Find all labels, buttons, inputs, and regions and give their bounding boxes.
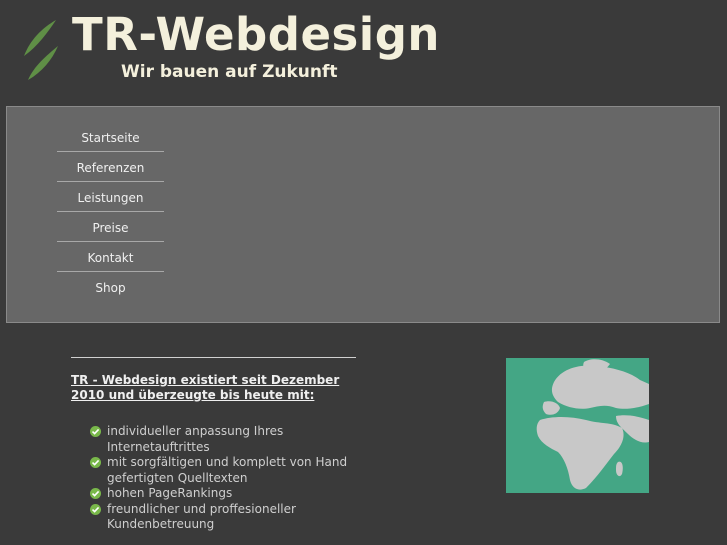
site-title: TR-Webdesign	[72, 8, 440, 61]
checkmark-icon	[90, 488, 101, 499]
intro-text: TR - Webdesign existiert seit Dezember 2…	[71, 373, 340, 402]
nav-item-startseite[interactable]: Startseite	[57, 122, 164, 152]
nav-item-preise[interactable]: Preise	[57, 212, 164, 242]
checkmark-icon	[90, 426, 101, 437]
list-item: individueller anpassung Ihres Internetau…	[90, 424, 350, 455]
feature-list: individueller anpassung Ihres Internetau…	[90, 424, 350, 533]
list-item: mit sorgfältigen und komplett von Hand g…	[90, 455, 350, 486]
checkmark-icon	[90, 457, 101, 468]
feature-text: freundlicher und proffesioneller Kundenb…	[107, 501, 296, 532]
globe-icon	[536, 359, 649, 490]
feature-text: individueller anpassung Ihres Internetau…	[107, 424, 284, 454]
site-slogan: Wir bauen auf Zukunft	[121, 62, 338, 82]
nav-item-kontakt[interactable]: Kontakt	[57, 242, 164, 272]
list-item: freundlicher und proffesioneller Kundenb…	[90, 502, 350, 533]
nav-item-shop[interactable]: Shop	[57, 272, 164, 301]
nav-item-leistungen[interactable]: Leistungen	[57, 182, 164, 212]
divider	[71, 357, 356, 358]
nav-item-referenzen[interactable]: Referenzen	[57, 152, 164, 182]
leaf-icon	[24, 20, 58, 80]
navigation-panel: Startseite Referenzen Leistungen Preise …	[6, 106, 720, 323]
list-item: hohen PageRankings	[90, 486, 350, 502]
main-menu: Startseite Referenzen Leistungen Preise …	[57, 122, 164, 301]
feature-text: mit sorgfältigen und komplett von Hand g…	[107, 455, 348, 485]
globe-image	[506, 358, 649, 493]
checkmark-icon	[90, 503, 101, 515]
feature-text: hohen PageRankings	[107, 486, 233, 500]
